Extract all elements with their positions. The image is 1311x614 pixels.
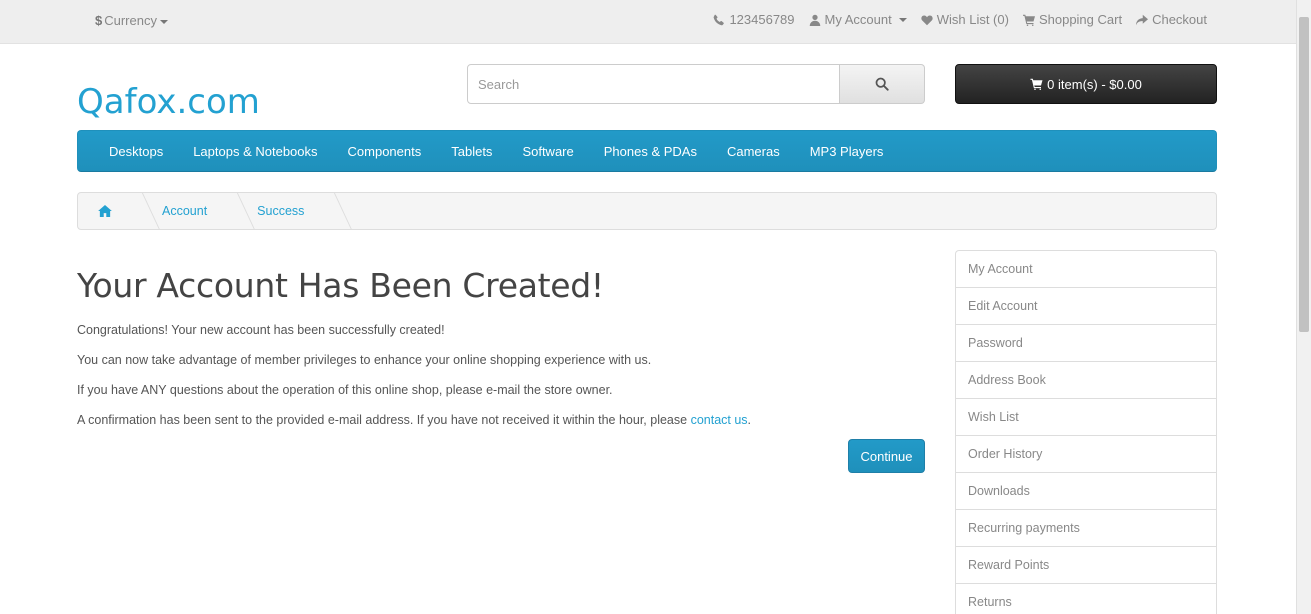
scrollbar-thumb[interactable] <box>1299 17 1309 332</box>
page-title: Your Account Has Been Created! <box>77 266 604 305</box>
sidebar-item-reward-points[interactable]: Reward Points <box>956 547 1216 584</box>
caret-down-icon <box>898 17 907 22</box>
caret-down-icon <box>159 19 168 24</box>
menu-item-components[interactable]: Components <box>333 144 437 159</box>
sidebar-item-recurring-payments[interactable]: Recurring payments <box>956 510 1216 547</box>
phone-link[interactable]: 123456789 <box>713 12 795 27</box>
phone-number: 123456789 <box>729 12 795 27</box>
breadcrumb-account[interactable]: Account <box>142 193 237 229</box>
checkout-link[interactable]: Checkout <box>1136 12 1207 27</box>
my-account-label: My Account <box>824 12 892 27</box>
search-button[interactable] <box>840 64 925 104</box>
menu-item-software[interactable]: Software <box>507 144 588 159</box>
share-icon <box>1136 14 1149 25</box>
confirmation-period: . <box>747 413 752 427</box>
main-content: Your Account Has Been Created! Congratul… <box>77 266 925 443</box>
success-message: Congratulations! Your new account has be… <box>77 323 445 337</box>
currency-dropdown[interactable]: $ Currency <box>95 13 168 28</box>
cart-total: 0 item(s) - $0.00 <box>1047 76 1142 92</box>
breadcrumb-success[interactable]: Success <box>237 193 334 229</box>
currency-label: Currency <box>104 13 157 28</box>
shopping-cart-label: Shopping Cart <box>1038 12 1123 27</box>
cart-icon <box>1022 14 1035 26</box>
site-logo[interactable]: Qafox.com <box>77 82 260 122</box>
top-bar: $ Currency 123456789 My Account Wish List… <box>0 0 1296 44</box>
cart-button[interactable]: 0 item(s) - $0.00 <box>955 64 1217 104</box>
cart-icon <box>1030 78 1043 90</box>
heart-icon <box>921 15 933 25</box>
account-sidebar: My Account Edit Account Password Address… <box>955 250 1217 614</box>
sidebar-item-order-history[interactable]: Order History <box>956 436 1216 473</box>
sidebar-item-password[interactable]: Password <box>956 325 1216 362</box>
main-menu: Desktops Laptops & Notebooks Components … <box>77 130 1217 172</box>
menu-item-mp3-players[interactable]: MP3 Players <box>795 144 899 159</box>
search-bar <box>467 64 925 104</box>
page-scrollbar[interactable] <box>1296 0 1311 614</box>
privileges-message: You can now take advantage of member pri… <box>77 353 652 367</box>
top-links: 123456789 My Account Wish List (0) Shopp… <box>713 12 1207 27</box>
shopping-cart-link[interactable]: Shopping Cart <box>1022 12 1123 27</box>
search-input[interactable] <box>467 64 840 104</box>
menu-item-tablets[interactable]: Tablets <box>436 144 507 159</box>
questions-message: If you have ANY questions about the oper… <box>77 383 613 397</box>
confirmation-message: A confirmation has been sent to the prov… <box>77 413 925 428</box>
sidebar-item-downloads[interactable]: Downloads <box>956 473 1216 510</box>
wish-list-label: Wish List (0) <box>936 12 1009 27</box>
search-icon <box>875 77 889 91</box>
sidebar-item-edit-account[interactable]: Edit Account <box>956 288 1216 325</box>
confirmation-text: A confirmation has been sent to the prov… <box>77 413 691 427</box>
menu-item-desktops[interactable]: Desktops <box>94 144 178 159</box>
my-account-dropdown[interactable]: My Account <box>809 12 907 27</box>
breadcrumb-home[interactable] <box>78 193 142 229</box>
sidebar-item-returns[interactable]: Returns <box>956 584 1216 614</box>
user-icon <box>809 14 820 26</box>
contact-us-link[interactable]: contact us <box>691 413 748 427</box>
phone-icon <box>714 14 725 25</box>
dollar-icon: $ <box>95 13 103 28</box>
sidebar-item-address-book[interactable]: Address Book <box>956 362 1216 399</box>
menu-item-laptops-notebooks[interactable]: Laptops & Notebooks <box>178 144 332 159</box>
checkout-label: Checkout <box>1152 12 1207 27</box>
wish-list-link[interactable]: Wish List (0) <box>921 12 1009 27</box>
menu-item-phones-pdas[interactable]: Phones & PDAs <box>589 144 712 159</box>
sidebar-item-my-account[interactable]: My Account <box>956 251 1216 288</box>
home-icon <box>98 205 112 217</box>
menu-item-cameras[interactable]: Cameras <box>712 144 795 159</box>
breadcrumb: Account Success <box>77 192 1217 230</box>
continue-button[interactable]: Continue <box>848 439 925 473</box>
sidebar-item-wish-list[interactable]: Wish List <box>956 399 1216 436</box>
